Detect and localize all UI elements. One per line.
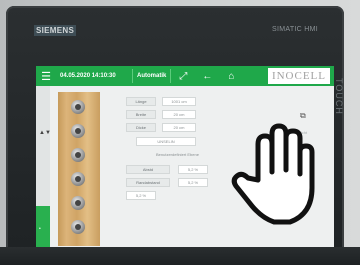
status-indicator-dot: • [39, 226, 41, 232]
form-row: Dicke 20 cm [126, 122, 196, 132]
screw-icon [71, 148, 85, 162]
field-label: Länge [126, 96, 156, 106]
length-input[interactable]: 1001 cm [162, 96, 196, 106]
form-row: Abstd 5,2 % [126, 164, 208, 174]
datetime-label: 04.05.2020 14:10:30 [60, 73, 116, 79]
section-title: Benutzerdefiniert Ebene [156, 152, 199, 157]
form-row: Länge 1001 cm [126, 96, 196, 106]
form-row: UNSELIN [136, 136, 196, 146]
spacing-input[interactable]: 5,2 % [178, 164, 208, 174]
left-rail: ▲▼ • [36, 86, 51, 251]
rail-arrows[interactable]: ▲▼ [39, 130, 51, 136]
company-logo: INOCELL [267, 68, 330, 84]
home-icon[interactable]: ⌂ [219, 66, 243, 86]
form-row: Breite 20 cm [126, 109, 196, 119]
field-label: Breite [126, 109, 156, 119]
profile-dropdown[interactable]: UNSELIN [136, 136, 196, 146]
back-arrow-icon[interactable]: ← [195, 66, 219, 86]
field-label: Randabstand [126, 177, 170, 187]
form-row: 5,2 % [126, 190, 156, 200]
form-row: Randabstand 5,2 % [126, 177, 208, 187]
thickness-input[interactable]: 20 cm [162, 122, 196, 132]
width-input[interactable]: 20 cm [162, 109, 196, 119]
bezel-bottom [0, 247, 360, 265]
pointing-hand-icon [231, 123, 315, 225]
field-label: Dicke [126, 122, 156, 132]
mode-label[interactable]: Automatik [132, 69, 172, 83]
wood-board-image [58, 92, 100, 246]
extra-input[interactable]: 5,2 % [126, 190, 156, 200]
field-label: Abstd [126, 164, 170, 174]
edge-distance-input[interactable]: 5,2 % [178, 177, 208, 187]
menu-icon[interactable]: ☰ [36, 66, 56, 86]
screw-icon [71, 100, 85, 114]
brand-label: SIEMENS [34, 25, 77, 36]
screw-icon [71, 172, 85, 186]
screw-icon [71, 196, 85, 210]
top-bar: ☰ 04.05.2020 14:10:30 Automatik ⤢ ← ⌂ IN… [36, 66, 334, 86]
screw-icon [71, 124, 85, 138]
expand-icon[interactable]: ⤢ [171, 66, 195, 86]
screw-icon [71, 220, 85, 234]
model-label: SIMATIC HMI [272, 26, 318, 33]
